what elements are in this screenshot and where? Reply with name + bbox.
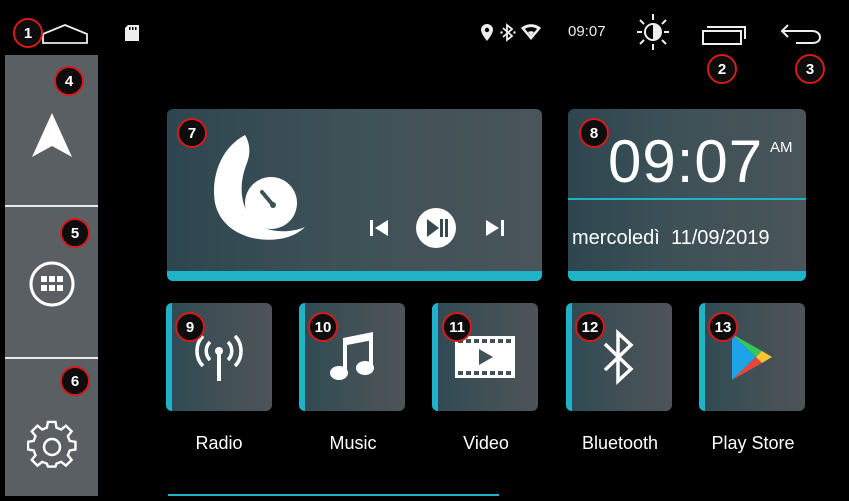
recent-apps-icon[interactable] [701,25,747,45]
media-progress-bar [167,271,542,281]
callout-12: 12 [575,312,605,342]
app-label-bluetooth: Bluetooth [581,433,659,453]
status-time: 09:07 [568,23,606,40]
video-film-icon [455,336,515,378]
play-store-icon [732,334,772,380]
clock-time: 09:07 [608,128,764,195]
app-label-music: Music [329,433,377,453]
home-outline-icon[interactable] [41,23,89,45]
callout-6: 6 [60,366,90,396]
clock-ampm: AM [770,139,793,156]
sidebar [5,55,98,496]
callout-10: 10 [308,312,338,342]
next-track-icon[interactable] [485,219,505,237]
callout-7: 7 [177,118,207,148]
clock-date: 11/09/2019 [670,227,770,249]
wifi-icon [521,24,541,40]
back-arrow-icon[interactable] [780,23,824,45]
play-pause-icon[interactable] [415,207,457,249]
sidebar-item-navigation[interactable] [5,55,98,204]
callout-5: 5 [60,218,90,248]
brightness-icon[interactable] [633,14,673,50]
callout-2: 2 [707,54,737,84]
head-unit-screen: 09:07 09:07 AM mercoledì 11/09/2019 Radi… [5,5,844,496]
radio-antenna-icon [195,334,243,381]
app-label-video: Video [463,433,509,453]
callout-3: 3 [795,54,825,84]
previous-track-icon[interactable] [369,219,389,237]
callout-11: 11 [442,312,472,342]
status-bar: 09:07 [5,5,844,53]
sd-card-icon [125,25,139,41]
music-player-logo-icon [214,135,305,240]
app-grid-icon [29,261,74,306]
media-player-widget[interactable] [167,109,542,281]
callout-9: 9 [175,312,205,342]
music-note-icon [330,332,374,380]
app-label-play-store: Play Store [711,433,795,453]
bluetooth-icon [500,23,516,42]
page-indicator [168,494,499,496]
navigation-arrow-icon [31,112,72,157]
callout-1: 1 [13,18,43,48]
app-label-radio: Radio [195,433,243,453]
bluetooth-icon [603,329,634,385]
clock-date-row: mercoledì 11/09/2019 [572,227,770,250]
callout-4: 4 [54,66,84,96]
callout-13: 13 [708,312,738,342]
clock-day: mercoledì [572,227,660,249]
settings-gear-icon [26,420,77,468]
callout-8: 8 [579,118,609,148]
clock-bottom-bar [568,271,806,281]
location-pin-icon [481,24,493,41]
clock-divider [568,198,806,200]
